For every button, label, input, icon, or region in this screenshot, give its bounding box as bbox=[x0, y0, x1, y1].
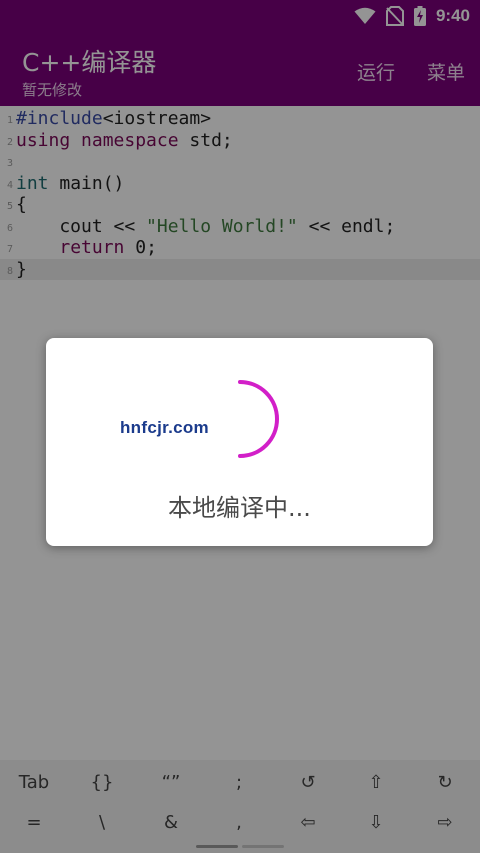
loading-spinner-icon bbox=[238, 380, 279, 458]
compile-progress-dialog: hnfcjr.com 本地编译中... bbox=[46, 338, 433, 546]
dialog-message: 本地编译中... bbox=[168, 494, 311, 522]
watermark-logo: hnfcjr.com bbox=[120, 418, 209, 437]
